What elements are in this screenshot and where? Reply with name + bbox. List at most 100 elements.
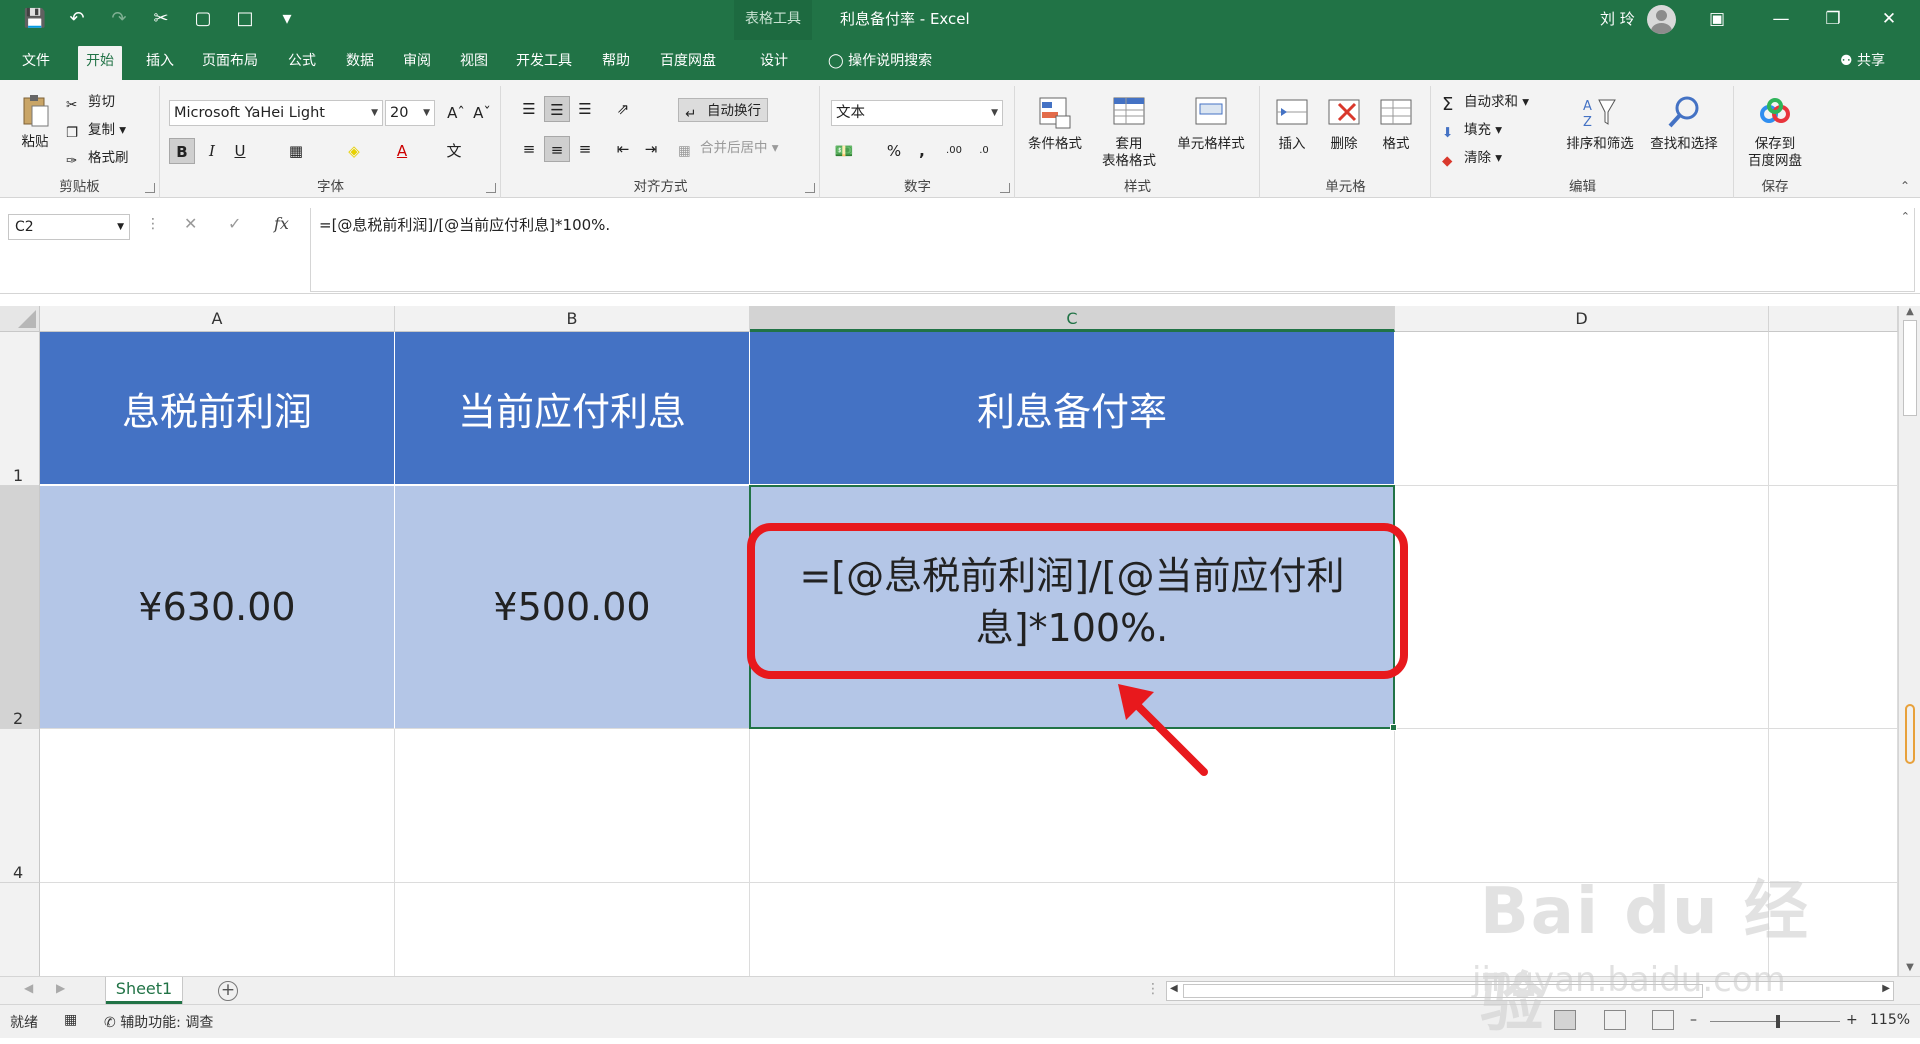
tab-file[interactable]: 文件: [14, 46, 58, 80]
copy-button[interactable]: ❐ 复制 ▾: [66, 118, 126, 142]
horizontal-scrollbar[interactable]: ◀ ▶: [1166, 981, 1894, 1001]
increase-font-icon[interactable]: Aˆ: [443, 100, 469, 126]
autosum-button[interactable]: Σ 自动求和 ▾: [1442, 90, 1529, 115]
format-cells-button[interactable]: 格式: [1371, 94, 1421, 153]
bold-button[interactable]: B: [169, 138, 195, 164]
cell-c4[interactable]: [750, 729, 1395, 883]
tab-home[interactable]: 开始: [78, 46, 122, 80]
row-header-4[interactable]: 4: [0, 729, 40, 883]
cell-c1[interactable]: 利息备付率: [750, 332, 1395, 486]
tab-data[interactable]: 数据: [338, 46, 382, 80]
cell-a1[interactable]: 息税前利润: [40, 332, 395, 486]
align-bottom-icon[interactable]: ☰: [572, 96, 598, 122]
cell-styles-button[interactable]: 单元格样式: [1168, 94, 1254, 153]
tab-design[interactable]: 设计: [752, 46, 796, 80]
increase-indent-icon[interactable]: ⇥: [638, 136, 664, 162]
scroll-left-icon[interactable]: ◀: [1170, 983, 1178, 994]
zoom-out-icon[interactable]: –: [1690, 1012, 1697, 1028]
horizontal-scroll-thumb[interactable]: [1183, 984, 1703, 998]
number-launcher-icon[interactable]: [1000, 183, 1010, 193]
format-as-table-button[interactable]: 套用 表格格式: [1098, 94, 1160, 170]
cell-d2[interactable]: [1395, 486, 1769, 729]
name-box[interactable]: C2 ▼: [8, 214, 130, 240]
column-header-c[interactable]: C: [750, 306, 1395, 332]
cell-e4[interactable]: [1769, 729, 1898, 883]
tab-view[interactable]: 视图: [452, 46, 496, 80]
underline-button[interactable]: U: [227, 138, 253, 164]
cell-d5[interactable]: [1395, 883, 1769, 976]
cut-button[interactable]: ✂ 剪切: [66, 90, 115, 114]
insert-cells-button[interactable]: 插入: [1267, 94, 1317, 153]
font-launcher-icon[interactable]: [486, 183, 496, 193]
align-right-icon[interactable]: ≡: [572, 136, 598, 162]
clipboard-launcher-icon[interactable]: [145, 183, 155, 193]
column-header-d[interactable]: D: [1395, 306, 1769, 332]
macro-record-icon[interactable]: ▦: [64, 1012, 77, 1028]
tab-page-layout[interactable]: 页面布局: [194, 46, 266, 80]
ribbon-display-icon[interactable]: ▣: [1694, 0, 1740, 40]
formula-input[interactable]: =[@息税前利润]/[@当前应付利息]*100%.: [310, 208, 1915, 292]
number-format-select[interactable]: 文本 ▼: [831, 100, 1003, 126]
paste-button[interactable]: 粘贴: [10, 92, 60, 151]
cell-b4[interactable]: [395, 729, 750, 883]
save-icon[interactable]: 💾: [22, 6, 48, 32]
scroll-right-icon[interactable]: ▶: [1882, 983, 1890, 994]
currency-icon[interactable]: 💵: [831, 138, 857, 164]
increase-decimal-icon[interactable]: .00: [941, 138, 967, 164]
row-header-1[interactable]: 1: [0, 332, 40, 486]
delete-cells-button[interactable]: 删除: [1319, 94, 1369, 153]
align-middle-icon[interactable]: ☰: [544, 96, 570, 122]
conditional-format-button[interactable]: 条件格式: [1022, 94, 1088, 153]
tab-formulas[interactable]: 公式: [280, 46, 324, 80]
accessibility-status[interactable]: ✆ 辅助功能: 调查: [104, 1012, 213, 1032]
align-center-icon[interactable]: ≡: [544, 136, 570, 162]
wrap-text-button[interactable]: ↵ 自动换行: [678, 98, 768, 122]
normal-view-icon[interactable]: [1554, 1010, 1576, 1030]
minimize-icon[interactable]: —: [1758, 0, 1804, 40]
cell-c5[interactable]: [750, 883, 1395, 976]
form-icon[interactable]: ▢: [190, 6, 216, 32]
close-icon[interactable]: ✕: [1866, 0, 1912, 40]
tab-developer[interactable]: 开发工具: [508, 46, 580, 80]
new-document-icon[interactable]: □: [232, 6, 258, 32]
italic-button[interactable]: I: [199, 138, 225, 164]
sheet-tab-sheet1[interactable]: Sheet1: [106, 977, 182, 1004]
align-top-icon[interactable]: ☰: [516, 96, 542, 122]
zoom-slider[interactable]: [1710, 1015, 1840, 1028]
font-name-select[interactable]: Microsoft YaHei Light ▼: [169, 100, 383, 126]
column-header-b[interactable]: B: [395, 306, 750, 332]
cell-e5[interactable]: [1769, 883, 1898, 976]
cell-b1[interactable]: 当前应付利息: [395, 332, 750, 486]
zoom-level[interactable]: 115%: [1870, 1012, 1910, 1028]
format-painter-button[interactable]: ✑ 格式刷: [66, 146, 129, 170]
cell-d4[interactable]: [1395, 729, 1769, 883]
percent-button[interactable]: %: [881, 138, 907, 164]
cell-d1[interactable]: [1395, 332, 1769, 486]
add-sheet-icon[interactable]: +: [218, 981, 238, 1001]
cell-b5[interactable]: [395, 883, 750, 976]
page-break-view-icon[interactable]: [1652, 1010, 1674, 1030]
save-to-netdisk-button[interactable]: 保存到 百度网盘: [1739, 94, 1811, 170]
font-color-icon[interactable]: A: [389, 138, 415, 164]
cell-a4[interactable]: [40, 729, 395, 883]
zoom-in-icon[interactable]: +: [1846, 1012, 1858, 1028]
tab-review[interactable]: 审阅: [395, 46, 439, 80]
row-header-2[interactable]: 2: [0, 486, 40, 729]
fill-button[interactable]: ⬇ 填充 ▾: [1442, 118, 1502, 142]
row-header-5[interactable]: [0, 883, 40, 976]
vertical-scroll-thumb[interactable]: [1903, 320, 1917, 416]
restore-icon[interactable]: ❐: [1810, 0, 1856, 40]
comma-button[interactable]: ,: [909, 138, 935, 164]
collapse-ribbon-icon[interactable]: ⌃: [1900, 179, 1910, 193]
user-name[interactable]: 刘 玲: [1600, 0, 1635, 40]
tab-split-icon[interactable]: ⋮: [1146, 981, 1160, 997]
undo-icon[interactable]: ↶: [64, 6, 90, 32]
clear-button[interactable]: ◆ 清除 ▾: [1442, 146, 1502, 170]
find-select-button[interactable]: 查找和选择: [1642, 94, 1726, 153]
cell-c2[interactable]: =[@息税前利润]/[@当前应付利息]*100%.: [750, 486, 1395, 729]
cell-a5[interactable]: [40, 883, 395, 976]
decrease-font-icon[interactable]: Aˇ: [469, 100, 495, 126]
prev-sheet-icon[interactable]: ◀: [24, 981, 33, 995]
tab-help[interactable]: 帮助: [594, 46, 638, 80]
decrease-decimal-icon[interactable]: .0: [971, 138, 997, 164]
